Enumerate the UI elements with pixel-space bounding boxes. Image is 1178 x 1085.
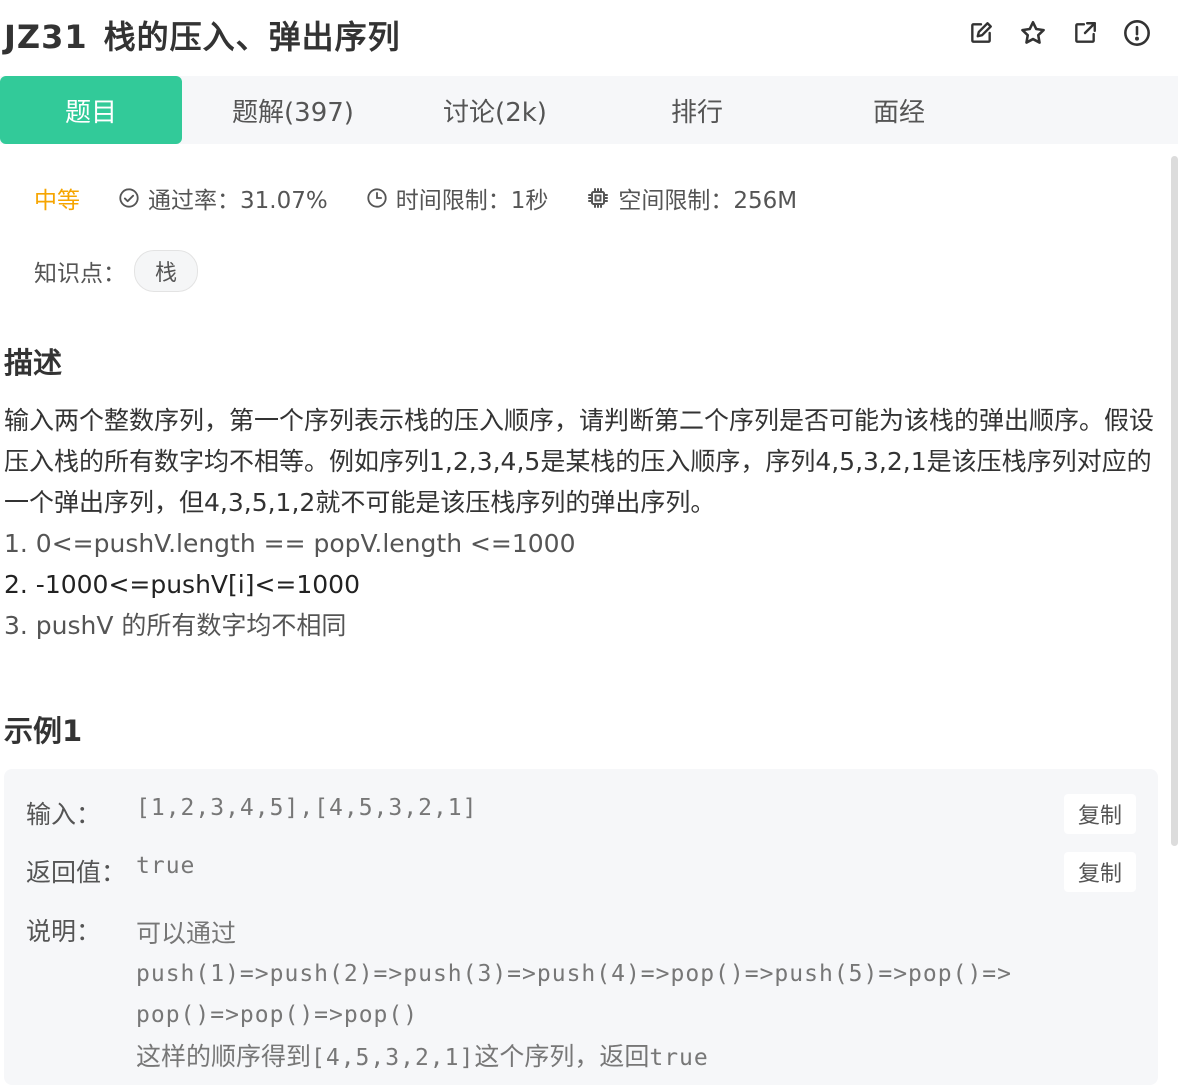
input-value: [1,2,3,4,5],[4,5,3,2,1] — [136, 795, 478, 821]
knowledge-points: 知识点： 栈 — [34, 250, 199, 292]
page-title: JZ31 栈的压入、弹出序列 — [4, 12, 401, 58]
tab-problem[interactable]: 题目 — [0, 76, 182, 144]
chip-icon — [588, 188, 609, 208]
problem-header: JZ31 栈的压入、弹出序列 — [0, 0, 1178, 72]
explain-text: 这个序列，返回 — [474, 1042, 650, 1071]
knowledge-tag[interactable]: 栈 — [134, 250, 199, 292]
pass-rate: 通过率：31.07% — [118, 181, 328, 215]
explain-line: 可以通过 — [136, 919, 237, 948]
problem-meta: 中等 通过率：31.07% 时间限制：1秒 空间限制：256M — [34, 180, 835, 216]
clock-icon — [367, 188, 387, 208]
explanation-text: 可以通过 push(1)=>push(2)=>push(3)=>push(4)=… — [136, 913, 1012, 1079]
explain-line: 这样的顺序得到[4,5,3,2,1]这个序列，返回true — [136, 1036, 1012, 1079]
example-return-row: 返回值： true — [26, 853, 195, 889]
constraint-item: 2. -1000<=pushV[i]<=1000 — [4, 570, 360, 599]
space-limit: 空间限制：256M — [586, 181, 797, 215]
difficulty-badge: 中等 — [34, 188, 80, 214]
description-heading: 描述 — [4, 346, 63, 380]
constraint-item: 1. 0<=pushV.length == popV.length <=1000 — [4, 529, 576, 558]
input-label: 输入： — [26, 800, 102, 829]
example-input-row: 输入： [1,2,3,4,5],[4,5,3,2,1] — [26, 795, 478, 831]
copy-return-button[interactable]: 复制 — [1064, 852, 1136, 892]
explain-code: true — [649, 1045, 709, 1071]
star-icon[interactable] — [1018, 18, 1048, 48]
description-paragraph: 输入两个整数序列，第一个序列表示栈的压入顺序，请判断第二个序列是否可能为该栈的弹… — [4, 406, 1155, 517]
explain-label: 说明： — [26, 917, 102, 946]
time-limit-text: 时间限制：1秒 — [395, 188, 549, 214]
tab-interviews[interactable]: 面经 — [808, 76, 990, 144]
example-heading: 示例1 — [4, 714, 83, 748]
return-label: 返回值： — [26, 858, 127, 887]
time-limit: 时间限制：1秒 — [366, 181, 549, 215]
report-icon[interactable] — [1122, 18, 1152, 48]
header-actions — [966, 18, 1152, 48]
scrollbar[interactable] — [1171, 156, 1178, 846]
external-link-icon[interactable] — [1070, 18, 1100, 48]
problem-title: 栈的压入、弹出序列 — [103, 18, 401, 56]
space-limit-text: 空间限制：256M — [618, 188, 798, 214]
example-explain-row: 说明： — [26, 912, 136, 948]
knowledge-label: 知识点： — [34, 261, 126, 287]
check-circle-icon — [119, 188, 139, 208]
tab-ranking[interactable]: 排行 — [606, 76, 788, 144]
copy-input-button[interactable]: 复制 — [1064, 794, 1136, 834]
description-body: 输入两个整数序列，第一个序列表示栈的压入顺序，请判断第二个序列是否可能为该栈的弹… — [4, 400, 1164, 646]
explain-text: 这样的顺序得到 — [136, 1042, 312, 1071]
return-value: true — [136, 853, 196, 879]
edit-icon[interactable] — [966, 18, 996, 48]
explain-line: push(1)=>push(2)=>push(3)=>push(4)=>pop(… — [136, 961, 1012, 987]
explain-line: pop()=>pop()=>pop() — [136, 1002, 419, 1028]
pass-rate-text: 通过率：31.07% — [148, 188, 328, 214]
tab-bar: 题目 题解(397) 讨论(2k) 排行 面经 — [0, 76, 1178, 144]
problem-code: JZ31 — [4, 18, 88, 56]
tab-solutions[interactable]: 题解(397) — [202, 76, 384, 144]
example-box: 输入： [1,2,3,4,5],[4,5,3,2,1] 复制 返回值： true… — [4, 769, 1158, 1085]
constraint-item: 3. pushV 的所有数字均不相同 — [4, 611, 347, 640]
tab-discussion[interactable]: 讨论(2k) — [404, 76, 586, 144]
explain-code: [4,5,3,2,1] — [311, 1045, 475, 1071]
